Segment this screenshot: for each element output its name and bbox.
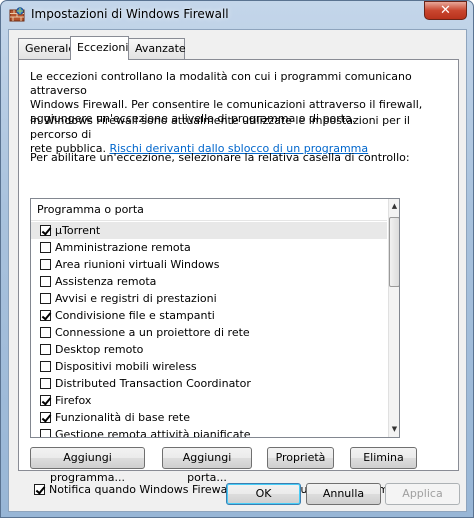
description-line: In Windows Firewall sono attualmente uti… (30, 114, 410, 141)
exception-list-item[interactable]: Funzionalità di base rete (31, 409, 387, 426)
properties-button[interactable]: Proprietà (267, 447, 334, 469)
exception-label: Assistenza remota (55, 275, 157, 288)
exception-checkbox[interactable] (40, 361, 51, 372)
add-program-button[interactable]: Aggiungi programma... (30, 447, 145, 484)
exceptions-rows: µTorrent Amministrazione remota Area riuni… (31, 222, 387, 438)
exception-label: Distributed Transaction Coordinator (55, 377, 251, 390)
exception-label: Desktop remoto (55, 343, 144, 356)
window-title: Impostazioni di Windows Firewall (31, 7, 229, 21)
exception-list-item[interactable]: Connessione a un proiettore di rete (31, 324, 387, 341)
close-button[interactable]: ✕ (424, 1, 467, 20)
exceptions-list[interactable]: Programma o porta µTorrent Amministrazion… (30, 198, 400, 438)
exception-checkbox[interactable] (40, 327, 51, 338)
tab-eccezioni[interactable]: Eccezioni (70, 36, 129, 60)
close-icon: ✕ (440, 3, 451, 18)
list-column-header[interactable]: Programma o porta (31, 199, 387, 221)
notify-checkbox[interactable] (34, 484, 45, 495)
dialog-client-area: Generale Eccezioni Avanzate Le eccezioni… (8, 29, 467, 512)
exception-checkbox[interactable] (40, 225, 51, 236)
delete-button[interactable]: Elimina (350, 447, 417, 469)
network-location-info: In Windows Firewall sono attualmente uti… (30, 114, 450, 156)
scroll-down-icon[interactable]: ▼ (389, 423, 399, 436)
scroll-up-icon[interactable]: ▲ (389, 200, 399, 213)
tab-avanzate[interactable]: Avanzate (128, 38, 186, 59)
exception-label: Area riunioni virtuali Windows (55, 258, 220, 271)
description-line: Windows Firewall. Per consentire le comu… (30, 98, 423, 111)
exception-checkbox[interactable] (40, 242, 51, 253)
exception-list-item[interactable]: Amministrazione remota (31, 239, 387, 256)
tab-generale[interactable]: Generale (18, 38, 75, 59)
exception-list-item[interactable]: Dispositivi mobili wireless (31, 358, 387, 375)
ok-button[interactable]: OK (226, 483, 301, 505)
exception-list-item[interactable]: Avvisi e registri di prestazioni (31, 290, 387, 307)
exception-label: Firefox (55, 394, 92, 407)
cancel-button[interactable]: Annulla (306, 483, 381, 505)
exception-label: µTorrent (55, 224, 101, 237)
exception-list-item[interactable]: Area riunioni virtuali Windows (31, 256, 387, 273)
vertical-scrollbar[interactable]: ▲ ▼ (388, 199, 399, 437)
exception-label: Avvisi e registri di prestazioni (55, 292, 217, 305)
exception-checkbox[interactable] (40, 259, 51, 270)
exception-checkbox[interactable] (40, 276, 51, 287)
add-port-button[interactable]: Aggiungi porta... (162, 447, 252, 484)
scrollbar-thumb[interactable] (389, 217, 399, 287)
enable-instruction: Per abilitare un'eccezione, selezionare … (30, 151, 410, 164)
exception-list-item[interactable]: Gestione remota attività pianificate (31, 426, 387, 438)
apply-button: Applica (385, 483, 460, 505)
exception-label: Condivisione file e stampanti (55, 309, 215, 322)
exception-list-item[interactable]: µTorrent (31, 222, 387, 239)
firewall-app-icon (9, 7, 25, 22)
exception-list-item[interactable]: Distributed Transaction Coordinator (31, 375, 387, 392)
exception-label: Funzionalità di base rete (55, 411, 190, 424)
exception-checkbox[interactable] (40, 429, 51, 437)
exception-label: Amministrazione remota (55, 241, 191, 254)
exception-checkbox[interactable] (40, 344, 51, 355)
exception-list-item[interactable]: Desktop remoto (31, 341, 387, 358)
exception-list-item[interactable]: Assistenza remota (31, 273, 387, 290)
exception-checkbox[interactable] (40, 310, 51, 321)
exception-label: Connessione a un proiettore di rete (55, 326, 250, 339)
firewall-settings-window: Impostazioni di Windows Firewall ✕ Gener… (0, 0, 474, 518)
exception-label: Dispositivi mobili wireless (55, 360, 197, 373)
exception-list-item[interactable]: Firefox (31, 392, 387, 409)
exception-checkbox[interactable] (40, 412, 51, 423)
exceptions-panel: Le eccezioni controllano la modalità con… (18, 59, 459, 496)
exception-list-item[interactable]: Condivisione file e stampanti (31, 307, 387, 324)
exception-checkbox[interactable] (40, 378, 51, 389)
exception-label: Gestione remota attività pianificate (55, 428, 251, 438)
title-bar[interactable]: Impostazioni di Windows Firewall ✕ (1, 1, 473, 29)
description-line: Le eccezioni controllano la modalità con… (30, 70, 412, 97)
exception-checkbox[interactable] (40, 293, 51, 304)
exception-checkbox[interactable] (40, 395, 51, 406)
